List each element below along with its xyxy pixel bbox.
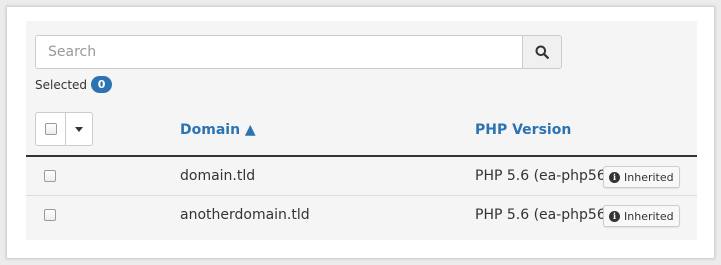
column-header-php-version[interactable]: PHP Version [475,122,571,138]
column-header-domain[interactable]: Domain ▲ [180,122,256,138]
inherited-label: Inherited [624,170,674,184]
php-manager-panel: Selected 0 Domain ▲ PHP Version [26,21,697,240]
domain-cell: anotherdomain.tld [180,207,310,223]
selected-label: Selected [35,77,88,92]
search-bar [35,35,562,69]
inherited-badge: i Inherited [603,205,680,227]
search-input[interactable] [35,35,522,69]
table-header: Domain ▲ PHP Version [26,106,697,157]
row-checkbox[interactable] [44,170,56,182]
inherited-badge: i Inherited [603,166,680,188]
info-icon: i [609,171,620,183]
selected-count: Selected 0 [35,76,113,93]
info-icon: i [609,210,620,222]
domains-table: Domain ▲ PHP Version domain.tld PHP 5.6 … [26,106,697,235]
row-checkbox[interactable] [44,209,56,221]
table-row: domain.tld PHP 5.6 (ea-php56) i Inherite… [26,157,697,196]
inherited-label: Inherited [624,209,674,223]
bulk-select-control [35,112,93,146]
content-card: Selected 0 Domain ▲ PHP Version [6,6,715,259]
table-row: anotherdomain.tld PHP 5.6 (ea-php56) i I… [26,196,697,235]
php-version-cell: PHP 5.6 (ea-php56) [475,168,612,184]
php-version-cell: PHP 5.6 (ea-php56) [475,207,612,223]
caret-down-icon [75,126,83,132]
domain-cell: domain.tld [180,168,256,184]
selected-count-badge: 0 [91,76,113,93]
bulk-select-dropdown[interactable] [66,113,92,145]
checkbox-icon [44,123,57,135]
search-button[interactable] [522,35,562,69]
search-icon [535,45,549,59]
select-all-checkbox[interactable] [36,113,66,145]
